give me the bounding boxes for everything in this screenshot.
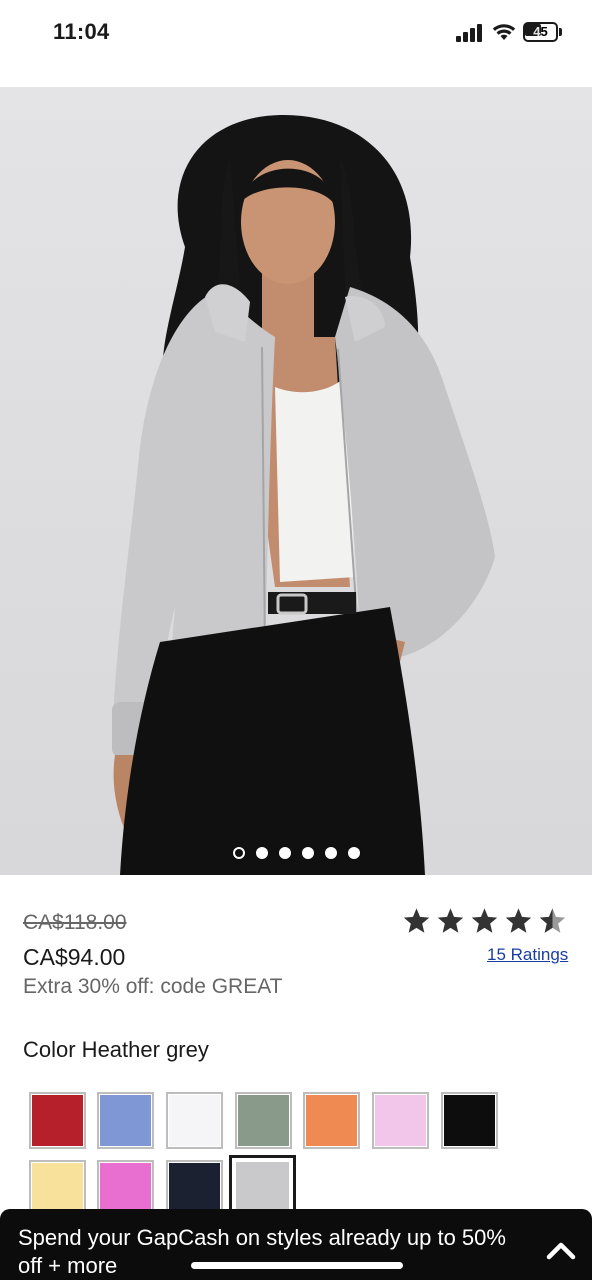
star-icon	[403, 908, 430, 933]
color-swatch[interactable]	[235, 1092, 292, 1149]
product-image[interactable]	[0, 87, 592, 875]
carousel-dot[interactable]	[347, 847, 360, 859]
carousel-dot[interactable]	[232, 847, 245, 859]
carousel-dot[interactable]	[278, 847, 291, 859]
star-rating[interactable]	[402, 906, 572, 942]
half-star-icon	[539, 908, 566, 933]
status-time: 11:04	[53, 19, 110, 44]
carousel-dot[interactable]	[301, 847, 314, 859]
color-swatch[interactable]	[372, 1092, 429, 1149]
carousel-dot[interactable]	[255, 847, 268, 859]
promo-code-text: Extra 30% off: code GREAT	[23, 975, 283, 998]
battery-icon: 45	[523, 22, 563, 42]
sale-price: CA$94.00	[23, 944, 126, 970]
battery-level: 45	[533, 24, 548, 39]
star-icon	[505, 908, 532, 933]
color-swatch[interactable]	[166, 1092, 223, 1149]
original-price: CA$118.00	[23, 911, 127, 934]
color-swatch[interactable]	[29, 1092, 86, 1149]
star-icon	[437, 908, 464, 933]
chevron-up-icon[interactable]	[545, 1239, 577, 1261]
color-swatch[interactable]	[441, 1092, 498, 1149]
gapcash-banner[interactable]: Spend your GapCash on styles already up …	[0, 1209, 592, 1280]
status-bar: 11:04 45	[0, 0, 592, 66]
signal-icon	[456, 24, 482, 42]
star-icon	[471, 908, 498, 933]
image-carousel-dots[interactable]	[0, 847, 592, 861]
carousel-dot[interactable]	[324, 847, 337, 859]
color-swatch[interactable]	[97, 1092, 154, 1149]
color-label: Color Heather grey	[23, 1037, 209, 1062]
product-photo-illustration	[112, 114, 495, 875]
ratings-link[interactable]: 15 Ratings	[487, 945, 568, 965]
wifi-icon	[492, 24, 516, 40]
color-swatch[interactable]	[303, 1092, 360, 1149]
home-indicator	[191, 1262, 403, 1269]
gapcash-banner-text: Spend your GapCash on styles already up …	[18, 1225, 506, 1278]
